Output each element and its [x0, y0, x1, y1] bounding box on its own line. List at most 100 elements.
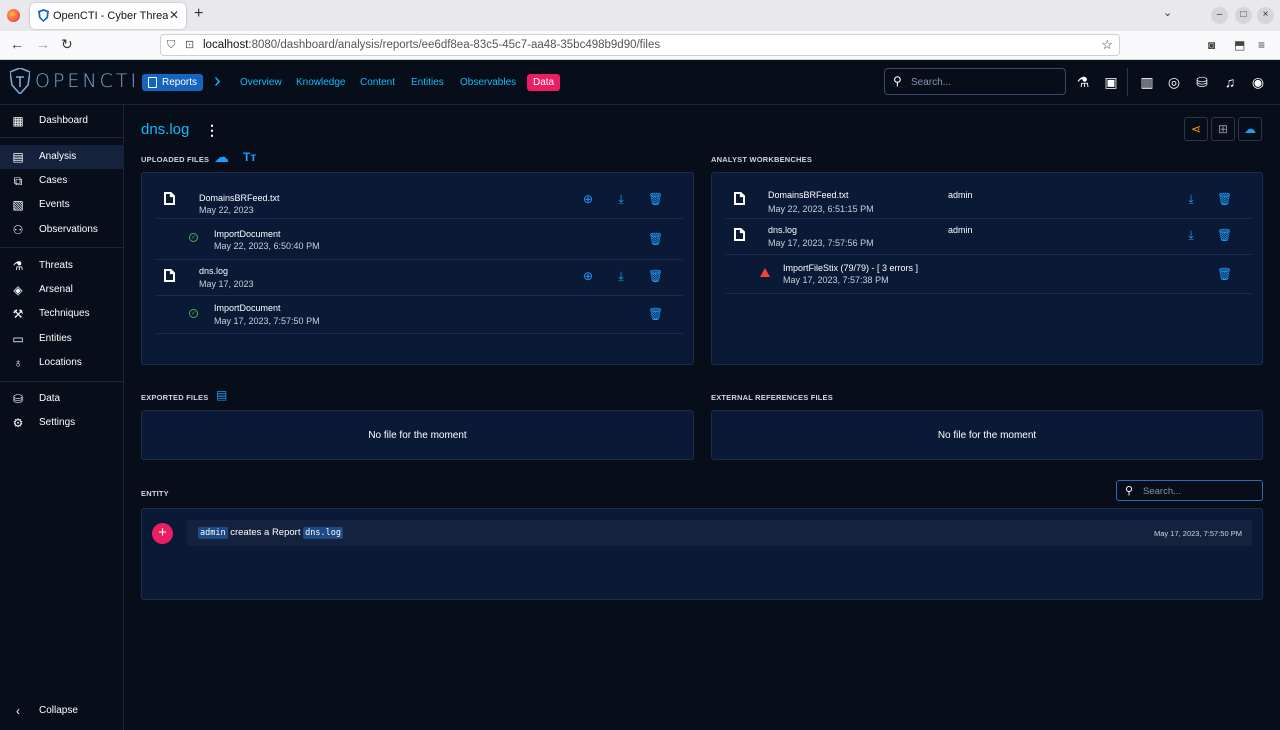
chevron-left-icon: ‹: [16, 704, 20, 718]
browser-tab[interactable]: OpenCTI - Cyber Threat Intelligence ✕: [30, 3, 186, 29]
tab-overview[interactable]: Overview: [240, 77, 282, 88]
url-bar[interactable]: ⛉ ⊡ localhost:8080/dashboard/analysis/re…: [160, 34, 1120, 56]
clipboard-search-icon[interactable]: ▣: [1103, 74, 1119, 90]
tab-knowledge[interactable]: Knowledge: [296, 77, 345, 88]
close-window-button[interactable]: ×: [1257, 7, 1274, 24]
forward-icon[interactable]: →: [36, 36, 50, 52]
delete-icon[interactable]: 🗑: [648, 269, 663, 283]
cloud-upload-button[interactable]: ☁: [1238, 117, 1262, 141]
delete-icon[interactable]: 🗑: [648, 232, 663, 246]
page-info-icon[interactable]: ⊡: [185, 38, 194, 51]
tab-data[interactable]: Data: [527, 74, 561, 91]
list-item[interactable]: dns.log May 17, 2023 ⊕ ⤓ 🗑: [156, 260, 683, 296]
delete-icon[interactable]: 🗑: [1217, 228, 1232, 242]
sidebar: ▦ Dashboard ▤ Analysis ⧉ Cases ▧ Events ⚇ Obs…: [0, 105, 124, 730]
history-entity[interactable]: dns.log: [303, 527, 343, 539]
compass-icon[interactable]: ◎: [1166, 74, 1182, 90]
tab-entities[interactable]: Entities: [411, 77, 444, 88]
flask-icon: ⚗: [12, 259, 24, 273]
list-item[interactable]: dns.log May 17, 2023, 7:57:56 PM admin ⤓…: [726, 219, 1252, 255]
download-icon[interactable]: ⤓: [1184, 228, 1198, 242]
delete-icon[interactable]: 🗑: [1217, 267, 1232, 281]
sidebar-item-analysis[interactable]: ▤ Analysis: [0, 145, 124, 169]
search-icon: ⚲: [1125, 485, 1134, 497]
extensions-icon[interactable]: ⬒: [1234, 38, 1245, 52]
account-icon[interactable]: ◉: [1250, 74, 1266, 90]
tools-icon: ⚒: [12, 307, 24, 321]
url-text: localhost:8080/dashboard/analysis/report…: [203, 39, 661, 51]
text-import-icon[interactable]: Tт: [243, 150, 256, 164]
dashboard-chart-icon[interactable]: ▥: [1139, 74, 1155, 90]
sidebar-item-events[interactable]: ▧ Events: [0, 193, 124, 217]
sidebar-item-threats[interactable]: ⚗ Threats: [0, 254, 124, 278]
layers-icon: ◈: [13, 283, 23, 297]
external-references-title: EXTERNAL REFERENCES FILES: [711, 393, 833, 402]
minimize-button[interactable]: –: [1211, 7, 1228, 24]
file-icon: [164, 192, 175, 205]
sidebar-item-observations[interactable]: ⚇ Observations: [0, 218, 124, 242]
uploaded-files-panel: DomainsBRFeed.txt May 22, 2023 ⊕ ⤓ 🗑 ✓ I…: [141, 172, 694, 365]
database-settings-icon[interactable]: ⛁: [1194, 74, 1210, 90]
opencti-logo-icon[interactable]: [10, 68, 30, 94]
delete-icon[interactable]: 🗑: [648, 192, 663, 206]
sidebar-collapse-button[interactable]: ‹ Collapse: [0, 699, 124, 723]
analyst-workbenches-panel: DomainsBRFeed.txt May 22, 2023, 6:51:15 …: [711, 172, 1263, 365]
sidebar-item-dashboard[interactable]: ▦ Dashboard: [0, 109, 124, 133]
logo-text[interactable]: OPENCTI: [35, 70, 139, 92]
tab-observables[interactable]: Observables: [460, 77, 516, 88]
warning-icon: [760, 268, 770, 277]
sidebar-item-entities[interactable]: ▭ Entities: [0, 327, 124, 351]
sidebar-item-cases[interactable]: ⧉ Cases: [0, 169, 124, 193]
sidebar-item-arsenal[interactable]: ◈ Arsenal: [0, 278, 124, 302]
global-search-input[interactable]: ⚲ Search...: [884, 68, 1066, 95]
search-icon: ⚲: [893, 74, 902, 88]
launch-import-icon[interactable]: ⊕: [581, 269, 595, 283]
download-icon[interactable]: ⤓: [614, 269, 628, 283]
tab-content[interactable]: Content: [360, 77, 395, 88]
menu-icon[interactable]: ≡: [1258, 38, 1265, 52]
sidebar-item-data[interactable]: ⛁ Data: [0, 387, 124, 411]
tab-list-icon[interactable]: ⌄: [1163, 6, 1172, 19]
back-icon[interactable]: ←: [10, 36, 24, 52]
external-references-panel: No file for the moment: [711, 410, 1263, 460]
download-icon[interactable]: ⤓: [614, 192, 628, 206]
list-item[interactable]: DomainsBRFeed.txt May 22, 2023, 6:51:15 …: [726, 183, 1252, 219]
maximize-button[interactable]: □: [1235, 7, 1252, 24]
new-tab-button[interactable]: +: [194, 5, 203, 23]
history-user[interactable]: admin: [198, 527, 228, 539]
notifications-bell-icon[interactable]: ♫: [1222, 74, 1238, 90]
list-item: ✓ ImportDocument May 17, 2023, 7:57:50 P…: [156, 296, 683, 334]
list-item[interactable]: DomainsBRFeed.txt May 22, 2023 ⊕ ⤓ 🗑: [156, 183, 683, 219]
topbar-divider: [1127, 68, 1128, 96]
binoculars-icon: ⚇: [12, 223, 24, 237]
entity-title: ENTITY: [141, 489, 169, 498]
upload-cloud-icon[interactable]: ☁: [214, 148, 229, 166]
add-to-workbench-button[interactable]: ⊞: [1211, 117, 1235, 141]
share-button[interactable]: ⋖: [1184, 117, 1208, 141]
tracking-shield-icon[interactable]: ⛉: [167, 39, 175, 52]
bookmark-star-icon[interactable]: ☆: [1101, 37, 1113, 53]
breadcrumb-reports[interactable]: Reports: [142, 74, 204, 91]
delete-icon[interactable]: 🗑: [1217, 192, 1232, 206]
delete-icon[interactable]: 🗑: [648, 307, 663, 321]
app-topbar: OPENCTI Reports › Overview Knowledge Con…: [0, 60, 1280, 105]
gear-icon: ⚙: [12, 416, 24, 430]
file-icon: [734, 192, 745, 205]
sidebar-item-techniques[interactable]: ⚒ Techniques: [0, 302, 124, 326]
export-file-icon[interactable]: ▤: [216, 388, 227, 402]
reload-icon[interactable]: ↻: [61, 36, 73, 53]
pocket-icon[interactable]: ◙: [1208, 38, 1215, 52]
microscope-icon[interactable]: ⚗: [1075, 74, 1091, 90]
launch-import-icon[interactable]: ⊕: [581, 192, 595, 206]
firefox-icon[interactable]: [7, 9, 20, 22]
file-icon: [164, 269, 175, 282]
empty-message: No file for the moment: [937, 430, 1037, 441]
download-icon[interactable]: ⤓: [1184, 192, 1198, 206]
more-options-icon[interactable]: ⋮: [205, 122, 219, 139]
sidebar-item-locations[interactable]: ♁ Locations: [0, 351, 124, 375]
tab-close-icon[interactable]: ✕: [169, 8, 179, 22]
sidebar-item-settings[interactable]: ⚙ Settings: [0, 411, 124, 435]
entity-search-input[interactable]: ⚲ Search...: [1116, 480, 1263, 501]
database-icon: ⛁: [12, 392, 24, 406]
exported-files-panel: No file for the moment: [141, 410, 694, 460]
